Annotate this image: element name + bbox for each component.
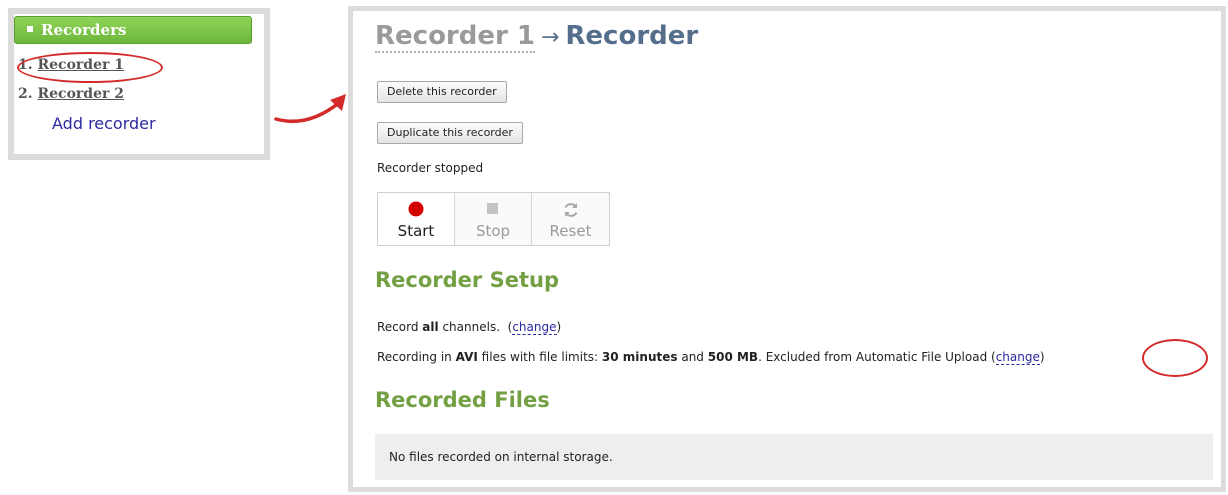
stop-square-icon [487, 203, 498, 214]
sidebar-header-label: Recorders [41, 21, 127, 39]
reset-button[interactable]: Reset [532, 193, 609, 245]
sidebar-header: Recorders [14, 16, 252, 44]
curved-arrow-icon [274, 94, 346, 124]
annotation-circle [1142, 339, 1208, 377]
record-dot-icon [408, 201, 424, 217]
sidebar-item-link[interactable]: Recorder 2 [38, 86, 124, 102]
duplicate-recorder-button[interactable]: Duplicate this recorder [377, 122, 523, 144]
format-post: . Excluded from Automatic File Upload [758, 350, 988, 364]
annotation-circle [17, 52, 163, 83]
format-and: and [681, 350, 704, 364]
stop-label: Stop [475, 222, 511, 240]
sidebar-item-number: 2. [18, 86, 33, 102]
recorded-files-empty-message: No files recorded on internal storage. [375, 434, 1213, 480]
delete-recorder-button[interactable]: Delete this recorder [377, 81, 507, 103]
record-post: channels. [442, 320, 501, 334]
record-pre: Record [377, 320, 419, 334]
main-panel: Recorder 1 → Recorder Delete this recorder… [348, 6, 1226, 492]
recorder-controls: Start Stop Reset [377, 192, 610, 246]
stop-button[interactable]: Stop [455, 193, 532, 245]
recorder-setup-heading: Recorder Setup [375, 268, 559, 292]
change-channels-link[interactable]: change [512, 320, 557, 335]
breadcrumb-recorder-1[interactable]: Recorder 1 [375, 21, 535, 53]
sidebar-item-recorder-2[interactable]: 2. Recorder 2 [18, 86, 124, 102]
start-label: Start [397, 222, 435, 240]
record-all: all [422, 320, 439, 334]
page-title-current: Recorder [565, 21, 699, 51]
recorder-status: Recorder stopped [377, 161, 484, 175]
record-channels-line: Record all channels. (change) [377, 320, 562, 335]
page-title: Recorder 1 → Recorder [375, 21, 699, 53]
recording-format-line: Recording in AVI files with file limits:… [377, 350, 1045, 365]
format-mid: files with file limits: [481, 350, 599, 364]
format-pre: Recording in [377, 350, 452, 364]
size-limit: 500 MB [707, 350, 759, 364]
change-format-link[interactable]: change [995, 350, 1040, 365]
square-bullet-icon [27, 26, 33, 32]
format-type: AVI [455, 350, 478, 364]
add-recorder-link[interactable]: Add recorder [52, 114, 156, 133]
reset-label: Reset [549, 222, 592, 240]
refresh-icon [564, 203, 577, 217]
recorded-files-heading: Recorded Files [375, 388, 550, 412]
time-limit: 30 minutes [601, 350, 678, 364]
start-button[interactable]: Start [378, 193, 455, 245]
breadcrumb-separator: → [540, 25, 560, 50]
